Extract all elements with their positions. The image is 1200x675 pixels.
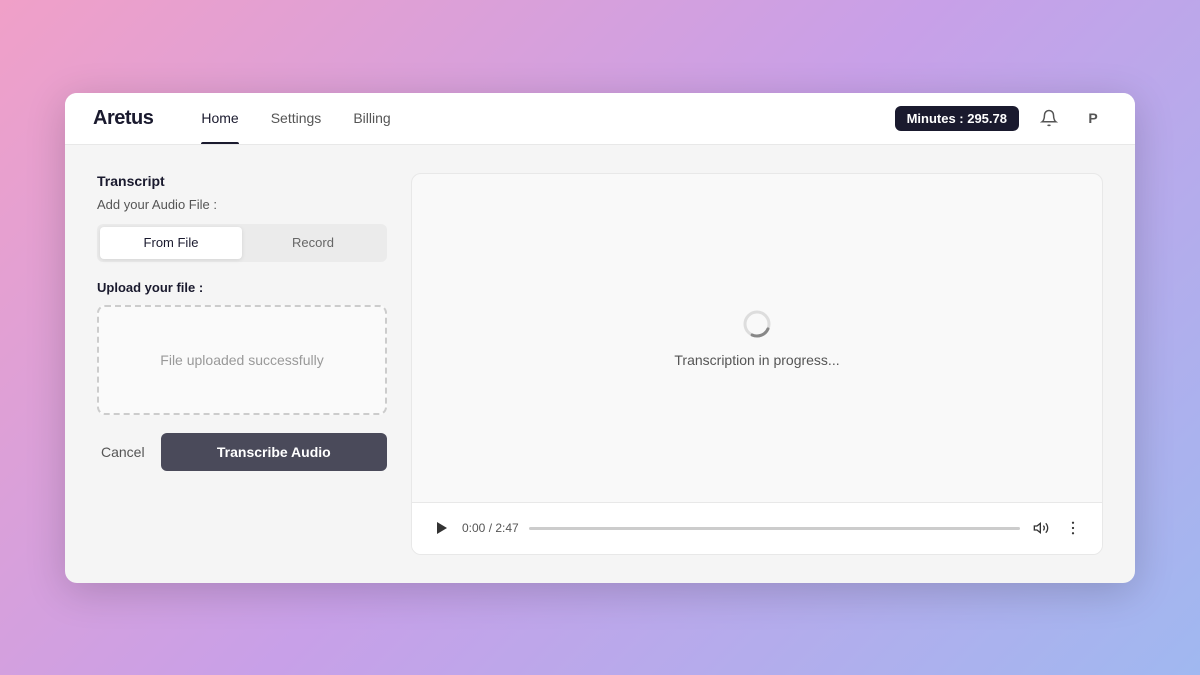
section-title: Transcript — [97, 173, 387, 189]
upload-label: Upload your file : — [97, 280, 387, 295]
tab-from-file[interactable]: From File — [100, 227, 242, 259]
navbar: Aretus Home Settings Billing Minutes : 2… — [65, 93, 1135, 145]
spinner-icon — [741, 308, 773, 340]
right-panel: Transcription in progress... 0:00 / 2:47 — [411, 173, 1103, 555]
app-window: Aretus Home Settings Billing Minutes : 2… — [65, 93, 1135, 583]
add-audio-label: Add your Audio File : — [97, 197, 387, 212]
tab-switcher: From File Record — [97, 224, 387, 262]
action-buttons: Cancel Transcribe Audio — [97, 433, 387, 471]
app-logo: Aretus — [93, 107, 153, 130]
more-options-button[interactable] — [1062, 517, 1084, 539]
loading-spinner — [741, 308, 773, 340]
cancel-button[interactable]: Cancel — [97, 436, 149, 468]
user-avatar[interactable]: P — [1079, 104, 1107, 132]
upload-dropzone[interactable]: File uploaded successfully — [97, 305, 387, 415]
nav-right: Minutes : 295.78 P — [895, 104, 1107, 132]
minutes-badge: Minutes : 295.78 — [895, 106, 1019, 131]
transcription-area: Transcription in progress... — [674, 174, 839, 502]
notification-icon[interactable] — [1035, 104, 1063, 132]
main-content: Transcript Add your Audio File : From Fi… — [65, 145, 1135, 583]
play-button[interactable] — [430, 517, 452, 539]
audio-player-bar: 0:00 / 2:47 — [412, 502, 1102, 554]
upload-success-text: File uploaded successfully — [160, 352, 323, 368]
transcribe-button[interactable]: Transcribe Audio — [161, 433, 387, 471]
volume-button[interactable] — [1030, 517, 1052, 539]
nav-links: Home Settings Billing — [185, 93, 894, 145]
progress-track[interactable] — [529, 527, 1020, 530]
nav-link-billing[interactable]: Billing — [337, 93, 406, 145]
nav-link-settings[interactable]: Settings — [255, 93, 338, 145]
tab-record[interactable]: Record — [242, 227, 384, 259]
left-panel: Transcript Add your Audio File : From Fi… — [97, 173, 387, 555]
nav-link-home[interactable]: Home — [185, 93, 254, 145]
transcription-status: Transcription in progress... — [674, 352, 839, 368]
time-display: 0:00 / 2:47 — [462, 521, 519, 535]
